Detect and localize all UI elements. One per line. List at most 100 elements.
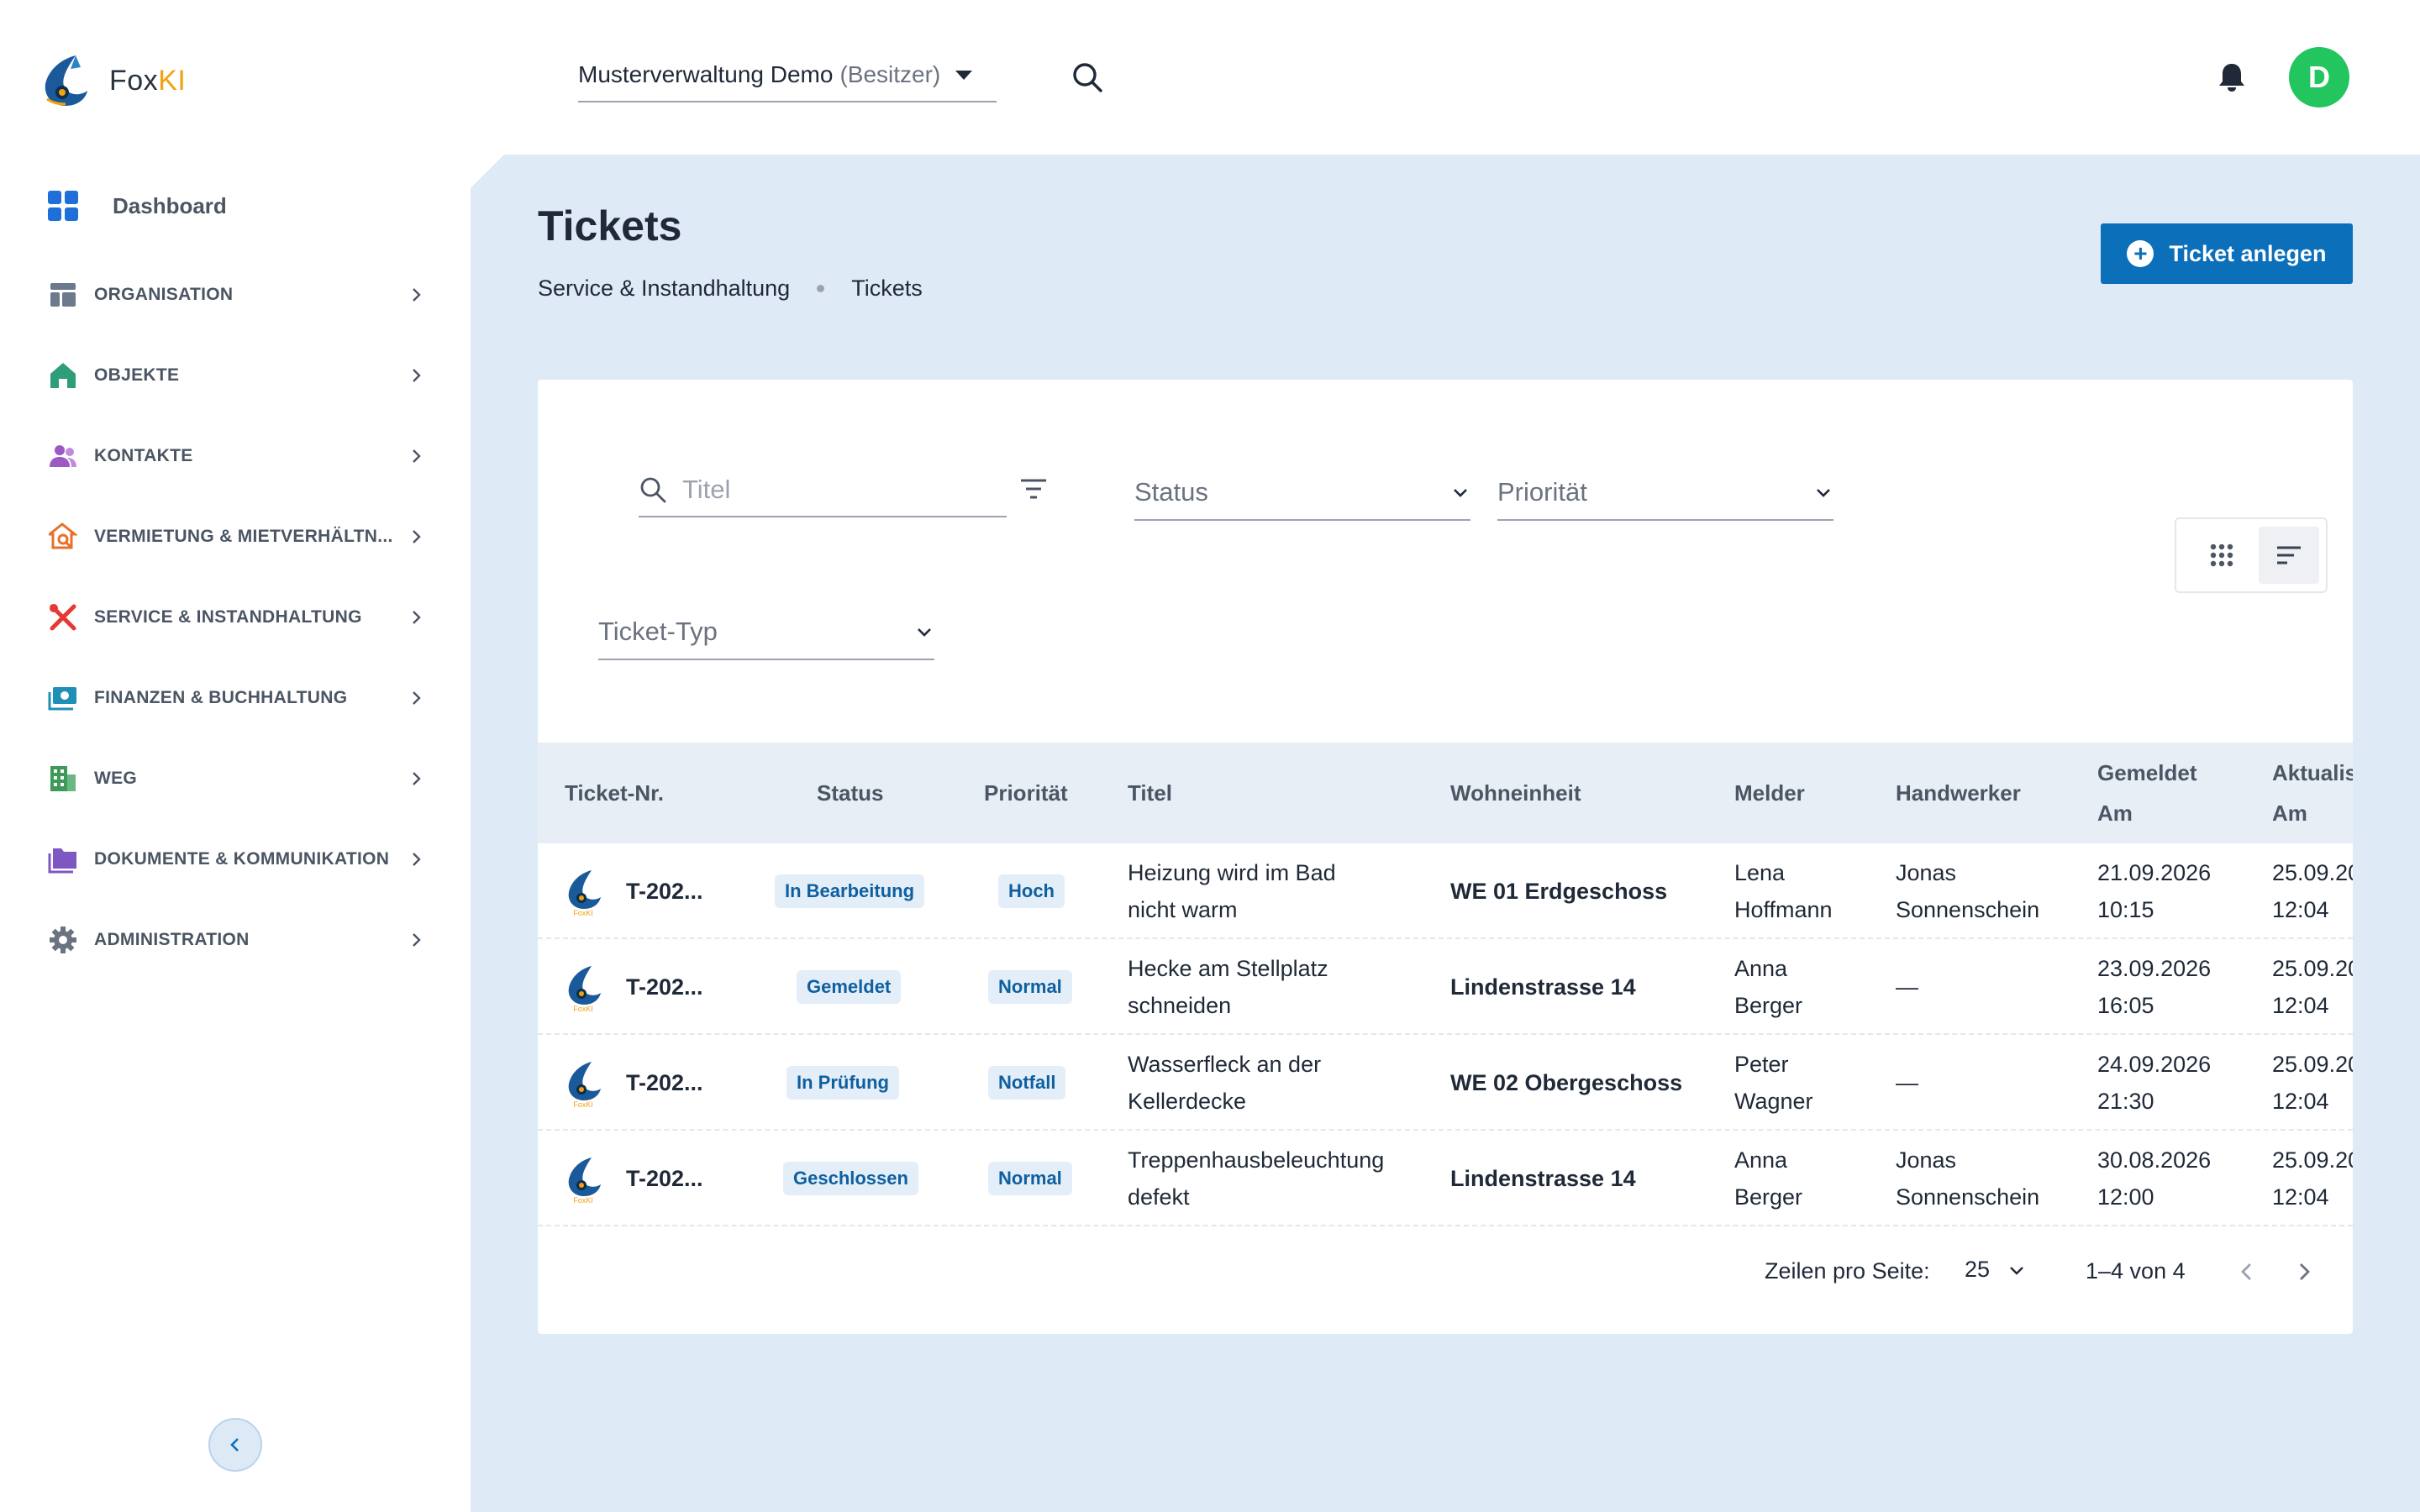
chevron-right-icon <box>413 288 421 302</box>
pagination-range: 1–4 von 4 <box>2086 1258 2186 1284</box>
unit-name: Lindenstrasse 14 <box>1450 974 1636 1000</box>
column-ticket-nr[interactable]: Ticket-Nr. <box>565 773 664 813</box>
ticket-type-select[interactable]: Ticket-Typ <box>598 605 934 660</box>
chevron-left-icon <box>230 1438 239 1452</box>
priority-badge: Normal <box>988 1162 1072 1195</box>
search-placeholder: Titel <box>682 475 731 504</box>
sidebar-item-label: SERVICE & INSTANDHALTUNG <box>94 607 362 627</box>
reported-date: 24.09.2026 21:30 <box>2097 1052 2212 1114</box>
sidebar-item-administration[interactable]: ADMINISTRATION <box>47 919 425 961</box>
home-icon <box>47 360 79 391</box>
organisation-select[interactable]: Musterverwaltung Demo (Besitzer) <box>578 49 997 102</box>
column-reporter[interactable]: Melder <box>1734 773 1805 813</box>
column-craftsman[interactable]: Handwerker <box>1896 773 2021 813</box>
reporter-name: Anna Berger <box>1734 956 1803 1018</box>
column-unit[interactable]: Wohneinheit <box>1450 773 1581 813</box>
avatar[interactable]: D <box>2289 47 2349 108</box>
sidebar-item-weg[interactable]: WEG <box>47 758 425 800</box>
grid-view-button[interactable] <box>2191 527 2252 584</box>
search-icon <box>640 477 666 503</box>
sidebar-item-label: WEG <box>94 769 138 788</box>
column-status[interactable]: Status <box>817 773 883 813</box>
updated-date: 25.09.202612:04 <box>2272 1147 2353 1210</box>
filter-icon[interactable] <box>1018 474 1049 504</box>
updated-date: 25.09.202612:04 <box>2272 956 2353 1018</box>
svg-text:FoxKI: FoxKI <box>573 1005 593 1013</box>
sidebar-item-service[interactable]: SERVICE & INSTANDHALTUNG <box>47 596 425 638</box>
ticket-logo-icon: FoxKI <box>563 1154 603 1205</box>
breadcrumb-item-tickets: Tickets <box>851 276 923 301</box>
caret-down-icon <box>955 70 973 80</box>
breadcrumb-separator <box>817 285 825 292</box>
search-icon[interactable] <box>1071 60 1104 94</box>
priority-select[interactable]: Priorität <box>1497 465 1833 521</box>
table-row[interactable]: FoxKI T-202... In Bearbeitung Hoch Heizung w… <box>538 843 2353 939</box>
ticket-number[interactable]: T-202... <box>626 873 703 910</box>
priority-badge: Hoch <box>998 874 1065 908</box>
sidebar-item-vermietung[interactable]: VERMIETUNG & MIETVERHÄLTN... <box>47 516 425 558</box>
sidebar-item-label: DOKUMENTE & KOMMUNIKATION <box>94 849 390 869</box>
sidebar-item-objekte[interactable]: OBJEKTE <box>47 354 425 396</box>
updated-date: 25.09.202612:04 <box>2272 860 2353 922</box>
chevron-right-icon[interactable] <box>2292 1260 2316 1284</box>
ticket-number[interactable]: T-202... <box>626 969 703 1005</box>
ticket-type-placeholder: Ticket-Typ <box>598 617 718 646</box>
column-title[interactable]: Titel <box>1128 773 1172 813</box>
unit-name: Lindenstrasse 14 <box>1450 1166 1636 1191</box>
organisation-role: (Besitzer) <box>839 61 941 87</box>
sidebar-item-kontakte[interactable]: KONTAKTE <box>47 435 425 477</box>
reporter-name: Peter Wagner <box>1734 1052 1813 1114</box>
building-icon <box>47 763 79 795</box>
chevron-down-icon <box>1454 489 1467 497</box>
craftsman-name: Jonas Sonnenschein <box>1896 1147 2040 1210</box>
sidebar-item-dashboard[interactable]: Dashboard <box>47 185 227 227</box>
sidebar-item-dokumente[interactable]: DOKUMENTE & KOMMUNIKATION <box>47 838 425 880</box>
folder-icon <box>47 843 79 875</box>
bell-icon[interactable] <box>2215 60 2249 94</box>
reporter-name: Lena Hoffmann <box>1734 860 1833 922</box>
table-row[interactable]: FoxKI T-202... In Prüfung Notfall Wasserflec… <box>538 1035 2353 1131</box>
tickets-card: Titel Status Priorität Ticket-Typ Ticket… <box>538 380 2353 1334</box>
chevron-right-icon <box>413 369 421 382</box>
status-select[interactable]: Status <box>1134 465 1470 521</box>
sidebar-item-label: VERMIETUNG & MIETVERHÄLTN... <box>94 527 393 546</box>
sidebar-item-label: OBJEKTE <box>94 365 180 385</box>
chevron-right-icon <box>413 449 421 463</box>
layout-icon <box>47 279 79 311</box>
list-view-button[interactable] <box>2259 527 2319 584</box>
ticket-number[interactable]: T-202... <box>626 1160 703 1197</box>
sidebar-item-organisation[interactable]: ORGANISATION <box>47 274 425 316</box>
chevron-left-icon[interactable] <box>2235 1260 2259 1284</box>
sidebar-item-finanzen[interactable]: FINANZEN & BUCHHALTUNG <box>47 677 425 719</box>
app-logo[interactable]: FoxKI <box>37 50 186 111</box>
money-icon <box>47 682 79 714</box>
sidebar-item-label: FINANZEN & BUCHHALTUNG <box>94 688 348 707</box>
pagination: Zeilen pro Seite: 25 1–4 von 4 <box>538 1250 2353 1300</box>
status-badge: In Prüfung <box>786 1066 899 1100</box>
chevron-down-icon <box>1817 489 1830 497</box>
rows-per-page-value: 25 <box>1965 1257 1991 1282</box>
priority-badge: Notfall <box>988 1066 1066 1100</box>
ticket-title: Hecke am Stellplatz schneiden <box>1128 956 1328 1018</box>
column-reported-at[interactable]: Gemeldet Am <box>2097 753 2197 833</box>
tools-icon <box>47 601 79 633</box>
fox-logo-icon <box>45 55 87 106</box>
list-sort-icon <box>2277 546 2301 564</box>
ticket-number[interactable]: T-202... <box>626 1064 703 1101</box>
table-row[interactable]: FoxKI T-202... Geschlossen Normal Treppenhau… <box>538 1131 2353 1226</box>
svg-text:FoxKI: FoxKI <box>573 1100 593 1109</box>
chevron-down-icon <box>2010 1266 2023 1275</box>
sidebar-item-label: KONTAKTE <box>94 446 193 465</box>
title-search-input[interactable]: Titel <box>639 464 1007 517</box>
create-ticket-button[interactable]: + Ticket anlegen <box>2101 223 2353 284</box>
app-name: FoxKI <box>109 64 187 97</box>
gear-icon <box>47 924 79 956</box>
column-updated-at[interactable]: AktualisiertAm <box>2272 753 2353 833</box>
status-badge: Gemeldet <box>797 970 902 1004</box>
view-toggle <box>2175 517 2328 593</box>
sidebar-collapse-button[interactable] <box>208 1418 262 1472</box>
column-priority[interactable]: Priorität <box>984 773 1068 813</box>
table-row[interactable]: FoxKI T-202... Gemeldet Normal Hecke am Stel… <box>538 939 2353 1035</box>
breadcrumb-item-service[interactable]: Service & Instandhaltung <box>538 276 790 302</box>
rows-per-page-select[interactable]: 25 <box>1965 1257 2027 1283</box>
